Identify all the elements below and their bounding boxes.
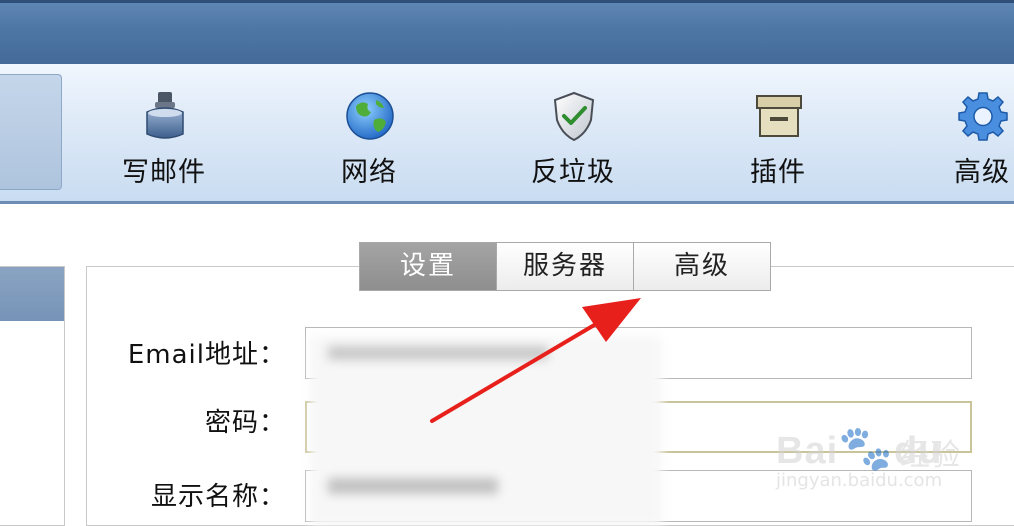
email-label: Email地址： [127,340,286,370]
toolbar-label: 反垃圾 [531,157,615,188]
toolbar-label: 网络 [341,157,397,188]
toolbar-selected-button[interactable] [0,74,62,190]
tab-server[interactable]: 服务器 [496,242,634,291]
settings-tabs: 设置 服务器 高级 [359,242,771,291]
toolbar-advanced-button[interactable]: 高级 [922,86,1014,188]
shield-check-icon [553,91,595,142]
toolbar-label: 高级 [954,157,1010,188]
tab-settings[interactable]: 设置 [359,242,497,291]
main-toolbar: 写邮件 网络 反垃圾 插件 高级 [0,64,1014,204]
archive-box-icon [756,95,802,137]
toolbar-antispam-button[interactable]: 反垃圾 [513,86,633,188]
toolbar-label: 插件 [750,157,806,188]
gear-icon [958,92,1008,141]
tab-advanced[interactable]: 高级 [633,242,771,291]
display-name-label: 显示名称： [150,482,286,512]
toolbar-plugins-button[interactable]: 插件 [718,86,838,188]
account-list-panel [0,266,65,526]
globe-icon [346,92,394,140]
account-list-header[interactable] [0,267,64,321]
toolbar-label: 写邮件 [122,157,206,188]
window-titlebar [0,0,1014,64]
toolbar-write-mail-button[interactable]: 写邮件 [104,86,224,188]
toolbar-network-button[interactable]: 网络 [309,86,429,188]
redacted-blur-overlay [310,336,662,526]
write-mail-icon [146,92,184,139]
password-label: 密码： [204,408,286,438]
